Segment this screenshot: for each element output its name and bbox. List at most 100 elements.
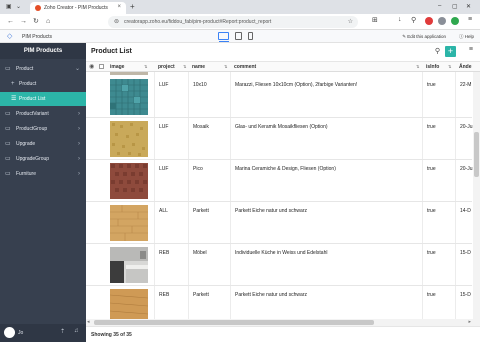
monitor-icon: ▭: [5, 156, 11, 162]
extension-gray-icon[interactable]: [438, 17, 446, 25]
eye-icon[interactable]: ◉: [89, 63, 94, 70]
column-header-comment[interactable]: comment: [234, 64, 256, 70]
sort-icon[interactable]: ⇅: [183, 64, 186, 69]
avatar[interactable]: [4, 327, 15, 338]
sidebar-item-productvariant[interactable]: ▭ ProductVariant ›: [0, 107, 86, 121]
column-header-project[interactable]: project: [158, 64, 175, 70]
horizontal-scroll-thumb[interactable]: [94, 320, 374, 325]
vertical-scrollbar[interactable]: [473, 72, 480, 319]
more-menu-icon[interactable]: ≡: [469, 46, 473, 53]
forward-icon[interactable]: →: [20, 17, 27, 26]
sidebar-item-productgroup[interactable]: ▭ ProductGroup ›: [0, 122, 86, 136]
table-row[interactable]: REB Parkett Parkett Eiche natur und schw…: [86, 286, 472, 319]
scroll-right-icon[interactable]: ▸: [468, 319, 471, 325]
help-link[interactable]: ⓘ Help: [459, 34, 474, 40]
column-header-name[interactable]: name: [192, 64, 205, 70]
sidebar-item-product-list[interactable]: ☰ Product List: [0, 92, 86, 106]
sort-icon[interactable]: ⇅: [224, 64, 227, 69]
product-image-oak-parquet-2[interactable]: [110, 289, 148, 319]
browser-menu-icon[interactable]: ≡: [468, 16, 472, 23]
sort-icon[interactable]: ⇅: [416, 64, 419, 69]
download-icon[interactable]: ↓: [398, 16, 402, 23]
cell-project: LUF: [159, 166, 169, 172]
url-field[interactable]: ⊜ creatorapp.zoho.eu/fiddou_fab/pim-prod…: [108, 16, 358, 28]
maximize-icon[interactable]: ▢: [452, 3, 458, 10]
user-name: Jo: [18, 330, 24, 336]
horizontal-scrollbar[interactable]: ◂ ▸: [86, 319, 480, 326]
tab-close-icon[interactable]: ×: [117, 4, 121, 10]
home-icon[interactable]: ⌂: [46, 17, 50, 26]
zoho-favicon-icon: [35, 5, 41, 11]
extension-red-icon[interactable]: [425, 17, 433, 25]
sidebar-item-upgradegroup[interactable]: ▭ UpgradeGroup ›: [0, 152, 86, 166]
column-header-aende[interactable]: Ände: [459, 64, 472, 70]
monitor-icon: ▭: [5, 171, 11, 177]
cell-comment: Individuelle Küche in Weiss und Edelstah…: [235, 250, 328, 256]
search-icon[interactable]: ⚲: [435, 47, 440, 55]
browser-tab[interactable]: Zoho Creator - PIM Products ×: [30, 2, 126, 14]
product-image-teal-tiles[interactable]: [110, 79, 148, 115]
tablet-view-icon[interactable]: [235, 32, 242, 40]
table-header: ◉ image ⇅ project ⇅ name ⇅ comment ⇅ isI…: [86, 62, 480, 72]
chevron-right-icon: ›: [78, 126, 80, 132]
app-header: ◇ PIM Products ✎ Edit this application ⓘ…: [0, 30, 480, 43]
reload-icon[interactable]: ↻: [33, 17, 39, 26]
minimize-icon[interactable]: –: [438, 3, 441, 9]
sort-icon[interactable]: ⇅: [448, 64, 451, 69]
vertical-scroll-thumb[interactable]: [474, 132, 479, 177]
cell-comment: Parkett Eiche natur und schwarz: [235, 292, 307, 298]
sidebar-item-label: Product: [16, 66, 34, 72]
pin-icon[interactable]: ⇡: [60, 328, 65, 335]
reading-list-icon[interactable]: ⊞: [372, 16, 378, 24]
table-body: LUF 10x10 Marazzi, Fliesen 10x10cm (Opti…: [86, 72, 480, 319]
desktop-view-icon[interactable]: [218, 32, 229, 40]
product-image-red-mosaic[interactable]: [110, 163, 148, 199]
cell-name: 10x10: [193, 82, 207, 88]
sidebar-item-label: Product: [19, 81, 37, 87]
cell-aende: 15-D: [460, 292, 471, 298]
extensions-icon[interactable]: ⚲: [411, 16, 416, 24]
product-image-oak-parquet[interactable]: [110, 205, 148, 241]
cell-project: LUF: [159, 124, 169, 130]
notification-bell-icon[interactable]: ♫: [74, 328, 79, 334]
phone-view-icon[interactable]: [248, 32, 253, 40]
monitor-icon: ▭: [5, 66, 11, 72]
report-footer: Showing 35 of 35: [86, 326, 480, 342]
bookmark-star-icon[interactable]: ☆: [348, 18, 353, 25]
table-row[interactable]: LUF Pico Marina Ceramiche & Design, Flie…: [86, 160, 473, 202]
extension-green-icon[interactable]: [451, 17, 459, 25]
chevron-right-icon: ›: [78, 141, 80, 147]
product-image-kitchen[interactable]: [110, 247, 148, 283]
close-window-icon[interactable]: ✕: [466, 3, 471, 10]
sidebar-item-upgrade[interactable]: ▭ Upgrade ›: [0, 137, 86, 151]
select-all-checkbox[interactable]: [99, 64, 104, 69]
table-row[interactable]: REB Möbel Individuelle Küche in Weiss un…: [86, 244, 472, 286]
add-record-button[interactable]: +: [445, 46, 456, 57]
sidebar-item-add-product[interactable]: + Product: [0, 77, 86, 91]
cell-name: Mosaik: [193, 124, 209, 130]
tab-search-icon[interactable]: ▣: [6, 3, 12, 11]
edit-application-link[interactable]: ✎ Edit this application: [402, 34, 446, 40]
cell-isinfo: true: [427, 124, 436, 130]
new-tab-button[interactable]: +: [130, 2, 135, 11]
table-row[interactable]: LUF Mosaik Glas- und Keramik Mosaikflies…: [86, 118, 473, 160]
tab-list-icon[interactable]: ⌄: [16, 3, 21, 11]
table-row[interactable]: LUF 10x10 Marazzi, Fliesen 10x10cm (Opti…: [86, 76, 472, 118]
sidebar-title: PIM Products: [0, 43, 86, 59]
scroll-left-icon[interactable]: ◂: [87, 319, 90, 325]
active-view-indicator: [219, 41, 229, 42]
column-header-isinfo[interactable]: isInfo: [426, 64, 439, 70]
cell-name: Parkett: [193, 208, 209, 214]
chevron-down-icon: ⌄: [74, 66, 80, 72]
sort-icon[interactable]: ⇅: [144, 64, 147, 69]
cell-isinfo: true: [427, 250, 436, 256]
product-image-yellow-mosaic[interactable]: [110, 121, 148, 157]
sidebar-item-furniture[interactable]: ▭ Furniture ›: [0, 167, 86, 181]
sidebar-item-product[interactable]: ▭ Product ⌄: [0, 62, 86, 76]
back-icon[interactable]: ←: [7, 17, 14, 26]
partial-row-thumbnail: [110, 72, 148, 75]
sidebar-item-label: Product List: [19, 96, 46, 102]
column-header-image[interactable]: image: [110, 64, 124, 70]
table-row[interactable]: ALL Parkett Parkett Eiche natur und schw…: [86, 202, 472, 244]
monitor-icon: ▭: [5, 141, 11, 147]
